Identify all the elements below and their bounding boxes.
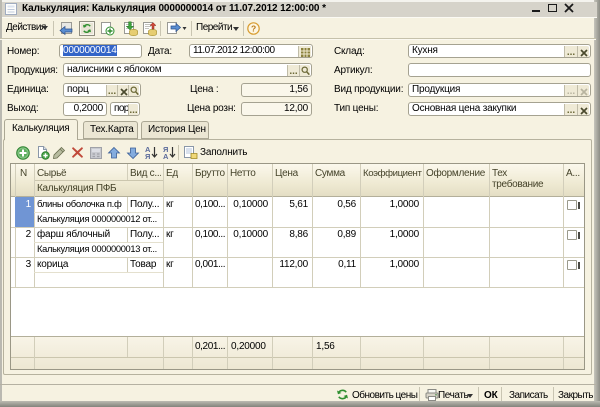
svg-text:?: ? xyxy=(251,23,256,33)
svg-text:А: А xyxy=(163,152,169,160)
svg-text:Я: Я xyxy=(145,152,150,160)
